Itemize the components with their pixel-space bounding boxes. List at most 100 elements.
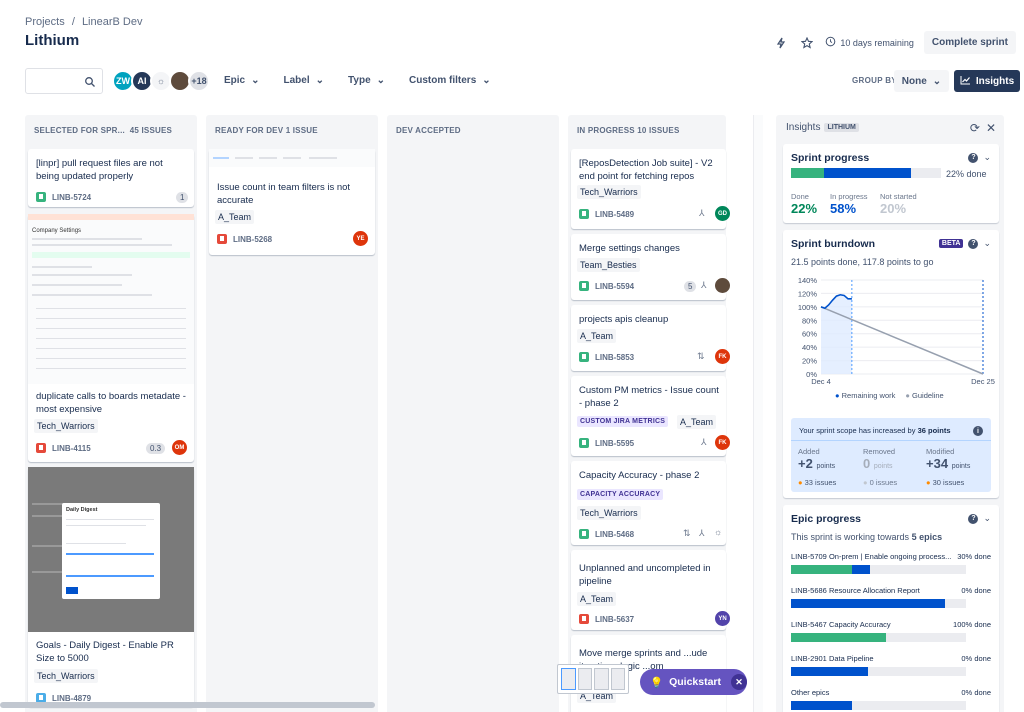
column-title: SELECTED FOR SPR... bbox=[34, 126, 125, 135]
filter-epic[interactable]: Epic ⌄ bbox=[224, 75, 260, 86]
assignee-avatar[interactable]: YN bbox=[715, 611, 730, 626]
issue-card[interactable]: Unplanned and uncompleted in pipeline A_… bbox=[571, 550, 730, 630]
insights-button[interactable]: Insights bbox=[954, 70, 1020, 92]
issue-card[interactable]: Merge settings changes Team_Besties LINB… bbox=[571, 234, 730, 300]
epic-row[interactable]: Other epics 0% done bbox=[791, 688, 991, 710]
filter-label-label: Label bbox=[283, 75, 310, 86]
refresh-icon[interactable]: ⟳ bbox=[970, 121, 980, 135]
issue-card[interactable]: [linpr] pull request files are not being… bbox=[28, 149, 194, 207]
group-by-select[interactable]: None ⌄ bbox=[894, 70, 949, 92]
insights-title: Insights bbox=[786, 122, 821, 133]
complete-sprint-button[interactable]: Complete sprint bbox=[923, 31, 1016, 54]
epic-progress-bar bbox=[791, 633, 966, 642]
team-label: A_Team bbox=[215, 210, 255, 224]
epic-row[interactable]: LINB-5709 On-prem | Enable ongoing proce… bbox=[791, 552, 991, 574]
column-ready-for-dev: READY FOR DEV 1 ISSUE Issue count in tea… bbox=[206, 115, 378, 712]
removed-issues-text: 0 issues bbox=[869, 478, 898, 487]
inprogress-label: In progress bbox=[830, 192, 868, 201]
chevron-down-icon: ⌄ bbox=[376, 75, 386, 86]
issue-dot-icon: ● bbox=[863, 478, 868, 487]
epic-row[interactable]: LINB-5686 Resource Allocation Report 0% d… bbox=[791, 586, 991, 608]
epic-percent: 0% done bbox=[961, 688, 991, 697]
cover-line bbox=[283, 157, 301, 159]
epic-label: CUSTOM JIRA METRICS bbox=[577, 416, 669, 427]
assignee-avatar[interactable]: FK bbox=[715, 435, 730, 450]
issue-card[interactable]: [ReposDetection Job suite] - V2 end poin… bbox=[571, 149, 730, 229]
issue-title: Capacity Accuracy - phase 2 bbox=[579, 470, 700, 481]
quickstart-button[interactable]: 💡 Quickstart ✕ bbox=[640, 669, 747, 695]
sprint-badge: LITHIUM bbox=[824, 123, 859, 132]
assignee-avatar[interactable]: GD bbox=[715, 206, 730, 221]
issue-title: Unplanned and uncompleted in pipeline bbox=[579, 563, 711, 587]
team-label: A_Team bbox=[577, 592, 617, 606]
story-icon bbox=[579, 529, 589, 539]
cover-line bbox=[66, 543, 126, 544]
burndown-subtitle: 21.5 points done, 117.8 points to go bbox=[791, 257, 934, 267]
close-icon[interactable]: ✕ bbox=[986, 121, 996, 135]
issue-card[interactable]: Custom PM metrics - Issue count - phase … bbox=[571, 376, 730, 456]
chevron-down-icon[interactable]: ⌄ bbox=[983, 513, 991, 524]
chart-icon bbox=[960, 75, 971, 88]
help-icon[interactable]: ? bbox=[968, 513, 979, 524]
y-tick-label: 120% bbox=[798, 289, 818, 298]
column-title: IN PROGRESS bbox=[577, 126, 635, 135]
epic-name: Other epics bbox=[791, 688, 830, 697]
epic-inprogress-segment bbox=[852, 565, 870, 574]
cover-slider bbox=[66, 575, 154, 577]
epic-subtitle-text: This sprint is working towards bbox=[791, 532, 910, 542]
epic-row[interactable]: LINB-2901 Data Pipeline 0% done bbox=[791, 654, 991, 676]
chevron-down-icon[interactable]: ⌄ bbox=[983, 238, 991, 249]
filter-label[interactable]: Label ⌄ bbox=[284, 75, 325, 86]
issue-card[interactable]: Daily Digest Goals - Daily Digest - Enab… bbox=[28, 467, 194, 707]
more-avatars[interactable]: +18 bbox=[188, 70, 210, 92]
issue-card[interactable]: projects apis cleanup A_Team LINB-5853 ⇅… bbox=[571, 305, 730, 371]
filter-type-label: Type bbox=[348, 75, 371, 86]
notstarted-label: Not started bbox=[880, 192, 917, 201]
y-tick-label: 20% bbox=[802, 357, 817, 366]
chevron-down-icon[interactable]: ⌄ bbox=[983, 152, 991, 163]
issue-card[interactable]: Issue count in team filters is not accur… bbox=[209, 149, 375, 255]
lightning-icon[interactable] bbox=[773, 35, 789, 51]
assignee-avatar[interactable]: YE bbox=[353, 231, 368, 246]
minimap-column bbox=[594, 668, 609, 690]
assignee-avatar[interactable] bbox=[715, 278, 730, 293]
epic-percent: 100% done bbox=[953, 620, 991, 629]
info-icon[interactable]: i bbox=[973, 426, 983, 436]
close-icon[interactable]: ✕ bbox=[731, 674, 747, 690]
section-title: Sprint burndown bbox=[791, 238, 875, 250]
team-label: Tech_Warriors bbox=[577, 506, 641, 520]
breadcrumb-project[interactable]: LinearB Dev bbox=[82, 16, 143, 28]
issue-title: Issue count in team filters is not accur… bbox=[217, 182, 351, 206]
added-value: +2 points bbox=[798, 456, 835, 471]
star-icon[interactable] bbox=[799, 35, 815, 51]
help-icon[interactable]: ? bbox=[968, 152, 979, 163]
board-scrollbar[interactable] bbox=[753, 115, 763, 712]
epic-row[interactable]: LINB-5467 Capacity Accuracy 100% done bbox=[791, 620, 991, 642]
assignee-avatar[interactable]: OM bbox=[172, 440, 187, 455]
board-minimap[interactable] bbox=[557, 664, 629, 694]
issue-dot-icon: ● bbox=[798, 478, 803, 487]
issue-card[interactable]: Capacity Accuracy - phase 2 CAPACITY ACC… bbox=[571, 461, 726, 545]
bug-icon bbox=[36, 443, 46, 453]
section-title: Sprint progress bbox=[791, 152, 870, 164]
help-icon[interactable]: ? bbox=[968, 238, 979, 249]
story-icon bbox=[579, 352, 589, 362]
breadcrumb-projects[interactable]: Projects bbox=[25, 16, 65, 28]
epic-row-header: LINB-2901 Data Pipeline 0% done bbox=[791, 654, 991, 663]
cover-line bbox=[36, 328, 186, 329]
sprint-time-remaining: 10 days remaining bbox=[825, 36, 914, 49]
filter-type[interactable]: Type ⌄ bbox=[348, 75, 385, 86]
cover-button bbox=[66, 587, 78, 594]
issue-key: LINB-5594 bbox=[595, 282, 635, 291]
assignee-avatar[interactable]: FK bbox=[715, 349, 730, 364]
issue-card[interactable]: Company Settings duplicate calls to boar… bbox=[28, 214, 194, 462]
minimap-column bbox=[610, 668, 625, 690]
epic-progress-bar bbox=[791, 599, 966, 608]
cover-slider bbox=[66, 553, 154, 555]
insights-button-label: Insights bbox=[975, 75, 1015, 87]
y-tick-label: 100% bbox=[798, 303, 818, 312]
search-input[interactable] bbox=[25, 68, 103, 94]
horizontal-scrollbar[interactable] bbox=[0, 702, 375, 708]
filter-custom[interactable]: Custom filters ⌄ bbox=[409, 75, 491, 86]
issue-title: [ReposDetection Job suite] - V2 end poin… bbox=[579, 158, 713, 182]
